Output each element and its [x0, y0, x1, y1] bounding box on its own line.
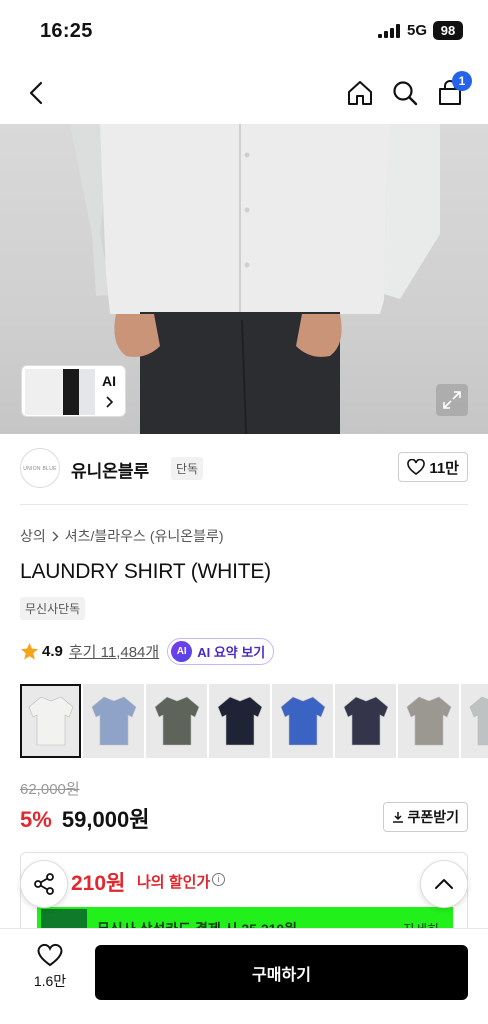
heart-icon — [37, 943, 63, 967]
share-button[interactable] — [20, 860, 68, 908]
expand-image-button[interactable] — [436, 384, 468, 416]
musinsa-exclusive-tag: 무신사단독 — [20, 597, 86, 620]
top-nav: 1 — [0, 62, 488, 124]
shirt-swatch-image — [406, 696, 451, 746]
chevron-right-icon — [106, 396, 114, 408]
price-row: 5% 59,000원 — [20, 802, 149, 834]
shirt-swatch-image — [343, 696, 388, 746]
cart-count-badge: 1 — [452, 71, 472, 91]
home-icon — [348, 81, 372, 105]
color-swatch[interactable] — [83, 684, 144, 758]
chevron-up-icon — [435, 879, 453, 889]
thumbnail-model — [25, 369, 63, 415]
brand-name[interactable]: 유니온블루 — [71, 457, 149, 482]
product-hero-image[interactable]: AI — [0, 124, 488, 434]
search-button[interactable] — [387, 75, 423, 111]
breadcrumb-subcategory[interactable]: 셔츠/블라우스 (유니온블루) — [65, 526, 224, 546]
shirt-swatch-image — [280, 696, 325, 746]
brand-logo[interactable]: UNION BLUE — [20, 448, 60, 488]
buy-button[interactable]: 구매하기 — [95, 945, 468, 1000]
product-title: LAUNDRY SHIRT (WHITE) — [20, 560, 271, 583]
rating-row: 4.9 후기 11,484개 AI AI 요약 보기 — [20, 637, 275, 665]
original-price: 62,000원 — [20, 781, 80, 798]
divider — [20, 504, 468, 505]
rating-score: 4.9 — [42, 642, 63, 660]
coupon-button[interactable]: 쿠폰받기 — [383, 802, 468, 832]
brand-row: UNION BLUE 유니온블루 단독 11만 — [20, 448, 468, 488]
thumbnail-light — [79, 369, 95, 415]
brand-exclusive-tag: 단독 — [171, 457, 204, 480]
scroll-top-button[interactable] — [420, 860, 468, 908]
ai-summary-button[interactable]: AI AI 요약 보기 — [167, 637, 275, 665]
ai-badge-icon: AI — [171, 640, 193, 662]
download-icon — [393, 812, 404, 823]
benefit-label: 나의 할인가 — [137, 874, 211, 891]
benefit-amount: 210원 — [71, 872, 126, 895]
breadcrumb: 상의 셔츠/블라우스 (유니온블루) — [20, 526, 224, 546]
color-swatch[interactable] — [272, 684, 333, 758]
signal-icon — [378, 24, 400, 38]
heart-icon — [407, 459, 426, 475]
color-swatch[interactable] — [335, 684, 396, 758]
home-button[interactable] — [342, 75, 378, 111]
breadcrumb-category[interactable]: 상의 — [20, 526, 46, 546]
review-count-link[interactable]: 후기 11,484개 — [69, 641, 159, 662]
shirt-swatch-image — [154, 696, 199, 746]
shirt-swatch-image — [469, 696, 488, 746]
chevron-right-icon — [52, 531, 59, 541]
ai-summary-label: AI 요약 보기 — [197, 644, 266, 660]
color-swatch[interactable] — [398, 684, 459, 758]
network-type: 5G — [407, 22, 428, 39]
search-icon — [393, 81, 418, 106]
shirt-swatch-image — [28, 696, 73, 746]
chevron-left-icon — [29, 81, 43, 105]
brand-like-count: 11만 — [429, 459, 459, 477]
color-swatch[interactable] — [461, 684, 488, 758]
star-icon — [20, 642, 39, 660]
color-swatch-list — [20, 684, 488, 758]
battery-icon: 98 — [433, 21, 463, 40]
shirt-swatch-image — [91, 696, 136, 746]
back-button[interactable] — [18, 75, 54, 111]
discount-rate: 5% — [20, 807, 52, 832]
share-icon — [34, 873, 54, 895]
cart-button[interactable]: 1 — [432, 71, 472, 111]
color-swatch[interactable] — [209, 684, 270, 758]
info-icon[interactable]: i — [212, 873, 225, 886]
shirt-swatch-image — [217, 696, 262, 746]
final-price: 59,000원 — [61, 807, 150, 832]
brand-like-button[interactable]: 11만 — [398, 452, 468, 482]
product-like-button[interactable]: 1.6만 — [24, 943, 76, 991]
ai-label: AI — [102, 373, 116, 389]
status-bar: 16:25 5G 98 — [0, 0, 488, 62]
expand-icon — [443, 391, 461, 409]
coupon-label: 쿠폰받기 — [407, 809, 459, 825]
bottom-action-bar: 1.6만 구매하기 — [0, 928, 488, 1024]
status-time: 16:25 — [40, 20, 93, 42]
color-swatch[interactable] — [146, 684, 207, 758]
thumbnail-dark — [63, 369, 79, 415]
style-thumbnails[interactable]: AI — [21, 365, 126, 417]
product-like-count: 1.6만 — [33, 973, 67, 989]
color-swatch[interactable] — [20, 684, 81, 758]
